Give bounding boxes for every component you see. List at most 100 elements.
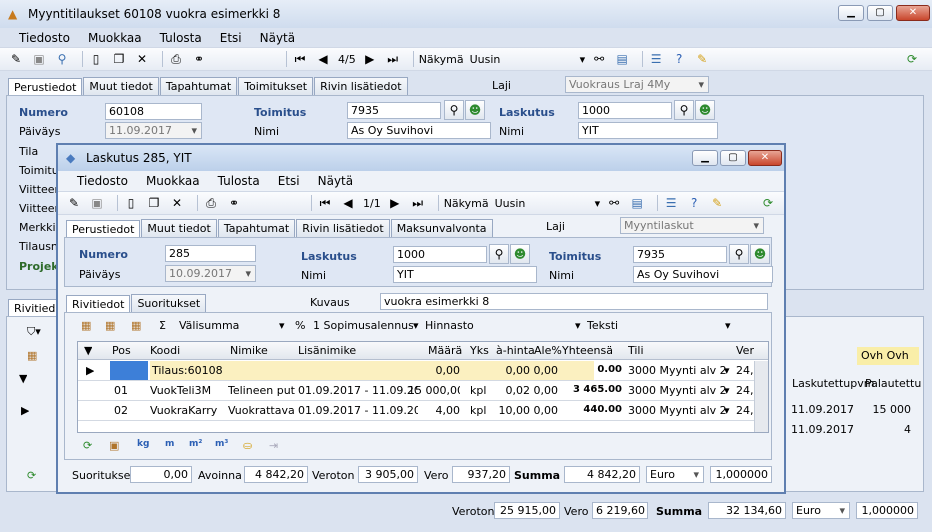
dialog-laskutus-field[interactable]: 1000	[393, 246, 487, 263]
cell-ale[interactable]: 0,00	[530, 364, 559, 377]
laskutus-search-icon[interactable]: ⚲	[674, 100, 694, 120]
col-pos[interactable]: Pos	[112, 344, 131, 357]
cell-nimike[interactable]: Vuokrattava P...	[228, 404, 296, 417]
view-select[interactable]: Uusin	[470, 53, 580, 66]
close-button[interactable]: ✕	[896, 5, 930, 21]
cell-lisanimike[interactable]: 01.09.2017 - 11.09.2017	[298, 404, 418, 417]
view-dropdown-icon[interactable]: ▾	[580, 53, 586, 66]
dialog-print-icon[interactable]: ⎙	[203, 195, 219, 211]
link-icon[interactable]: ⚯	[591, 51, 607, 67]
cell-tili[interactable]: 3000 Myynti alv 2...	[628, 404, 726, 417]
tili-dropdown-icon[interactable]: ▾	[724, 384, 730, 397]
dialog-tab-tapahtumat[interactable]: Tapahtumat	[217, 219, 296, 237]
kuvaus-field[interactable]: vuokra esimerkki 8	[380, 293, 768, 310]
list-icon[interactable]: ☰	[648, 51, 664, 67]
dialog-toimitus-field[interactable]: 7935	[633, 246, 727, 263]
cell-maara[interactable]: 4,00	[408, 404, 461, 417]
sigma-icon[interactable]: Σ	[159, 319, 166, 332]
tili-dropdown-icon[interactable]: ▾	[724, 364, 730, 377]
table-row[interactable]: ▶ Tilaus:60108 0,00 0,00 0,00 0.00 3000 …	[78, 361, 754, 381]
cell-yhteensa[interactable]: 0.00	[560, 364, 622, 375]
cell-lisanimike[interactable]: 01.09.2017 - 11.09.2017	[298, 384, 418, 397]
dialog-paivays-field[interactable]: 10.09.2017	[165, 265, 256, 282]
kg-icon[interactable]: kg	[137, 439, 149, 449]
cell-koodi[interactable]: VuokTeli3M	[150, 384, 226, 397]
col-hinta[interactable]: à-hinta	[496, 344, 535, 357]
numero-field[interactable]: 60108	[105, 103, 202, 120]
dialog-new-icon[interactable]: ▯	[123, 195, 139, 211]
dialog-minimize-button[interactable]: ▁	[692, 150, 718, 166]
cell-ver[interactable]: 24,	[736, 404, 754, 417]
dialog-tab-suoritukset[interactable]: Suoritukset	[131, 294, 207, 312]
grid-filter-icon[interactable]: ⛉▾	[27, 325, 41, 339]
dialog-link-icon[interactable]: ⚯	[606, 195, 622, 211]
tili-dropdown-icon[interactable]: ▾	[724, 404, 730, 417]
cell-pos[interactable]: 02	[114, 404, 128, 417]
refresh-icon[interactable]: ⟳	[904, 51, 920, 67]
boxes-icon-2[interactable]: ▦	[105, 319, 115, 332]
boxes-icon-3[interactable]: ▦	[131, 319, 141, 332]
save-icon[interactable]: ▣	[31, 51, 47, 67]
grid-refresh-icon[interactable]: ⟳	[83, 439, 92, 452]
dialog-list-icon[interactable]: ☰	[663, 195, 679, 211]
dialog-menu-muokkaa[interactable]: Muokkaa	[137, 174, 209, 188]
paivays-field[interactable]: 11.09.2017	[105, 122, 202, 139]
split-icon[interactable]: ⇥	[269, 439, 278, 452]
col-maara[interactable]: Määrä	[428, 344, 462, 357]
toimitus-search-icon[interactable]: ⚲	[444, 100, 464, 120]
dialog-tab-maksunvalvonta[interactable]: Maksunvalvonta	[390, 219, 493, 237]
dialog-tab-perustiedot[interactable]: Perustiedot	[66, 220, 141, 238]
database-icon[interactable]: ▤	[614, 51, 630, 67]
dialog-toimitus-nimi-field[interactable]: As Oy Suvihovi	[633, 266, 773, 283]
laji-select[interactable]: Vuokraus Lraj 4My	[565, 76, 709, 93]
cell-ale[interactable]: 0,00	[530, 384, 559, 397]
dialog-next-record-icon[interactable]: ▶	[387, 195, 403, 211]
vertical-scrollbar[interactable]	[754, 361, 768, 432]
cell-yhteensa[interactable]: 440.00	[560, 404, 622, 415]
cell-tili[interactable]: 3000 Myynti alv 2...	[628, 364, 726, 377]
m3-icon[interactable]: m³	[215, 439, 228, 449]
dialog-first-record-icon[interactable]: ⏮	[317, 195, 333, 211]
dialog-view-select[interactable]: Uusin	[495, 197, 595, 210]
dialog-laji-select[interactable]: Myyntilaskut	[620, 217, 764, 234]
cell-yks[interactable]: kpl	[470, 384, 486, 397]
dialog-tab-rivitiedot[interactable]: Rivitiedot	[66, 295, 131, 313]
dialog-laskutus-contact-icon[interactable]: ☻	[510, 244, 530, 264]
help-icon[interactable]: ?	[671, 51, 687, 67]
cell-hinta[interactable]: 0,00	[494, 364, 531, 377]
col-tili[interactable]: Tili	[628, 344, 644, 357]
edit-icon[interactable]: ✎	[8, 51, 24, 67]
print-icon[interactable]: ⎙	[168, 51, 184, 67]
cell-ale[interactable]: 0,00	[530, 404, 559, 417]
tab-rivin-lisatiedot[interactable]: Rivin lisätiedot	[314, 77, 408, 95]
dialog-menu-tulosta[interactable]: Tulosta	[209, 174, 269, 188]
tab-perustiedot[interactable]: Perustiedot	[8, 78, 83, 96]
dialog-menu-etsi[interactable]: Etsi	[269, 174, 309, 188]
cell-hinta[interactable]: 0,02	[494, 384, 531, 397]
dialog-laskutus-nimi-field[interactable]: YIT	[393, 266, 537, 283]
teksti-dropdown-icon[interactable]: ▾	[725, 319, 731, 332]
teksti-select[interactable]: Teksti	[587, 319, 727, 332]
notes-icon[interactable]: ✎	[694, 51, 710, 67]
dialog-help-icon[interactable]: ?	[686, 195, 702, 211]
cell-tili[interactable]: 3000 Myynti alv 2...	[628, 384, 726, 397]
cell-yks[interactable]: kpl	[470, 404, 486, 417]
menu-muokkaa[interactable]: Muokkaa	[79, 31, 151, 45]
alennus-dropdown-icon[interactable]: ▾	[413, 319, 419, 332]
last-record-icon[interactable]: ⏭	[385, 51, 401, 67]
dialog-menu-nayta[interactable]: Näytä	[309, 174, 363, 188]
tab-tapahtumat[interactable]: Tapahtumat	[159, 77, 238, 95]
new-icon[interactable]: ▯	[88, 51, 104, 67]
prev-record-icon[interactable]: ◀	[315, 51, 331, 67]
cell-maara[interactable]: 15 000,00	[408, 384, 460, 397]
maximize-button[interactable]: ▢	[867, 5, 893, 21]
valisumma-select[interactable]: Välisumma	[179, 319, 279, 332]
cell-pos[interactable]: 01	[114, 384, 128, 397]
menu-etsi[interactable]: Etsi	[211, 31, 251, 45]
cell-yhteensa[interactable]: 3 465.00	[560, 384, 622, 395]
main-currency-select[interactable]: Euro	[792, 502, 850, 519]
dialog-view-dropdown-icon[interactable]: ▾	[595, 197, 601, 210]
cell-nimike[interactable]: Telineen putki ...	[228, 384, 296, 397]
dialog-prev-record-icon[interactable]: ◀	[340, 195, 356, 211]
dialog-menu-tiedosto[interactable]: Tiedosto	[68, 174, 137, 188]
